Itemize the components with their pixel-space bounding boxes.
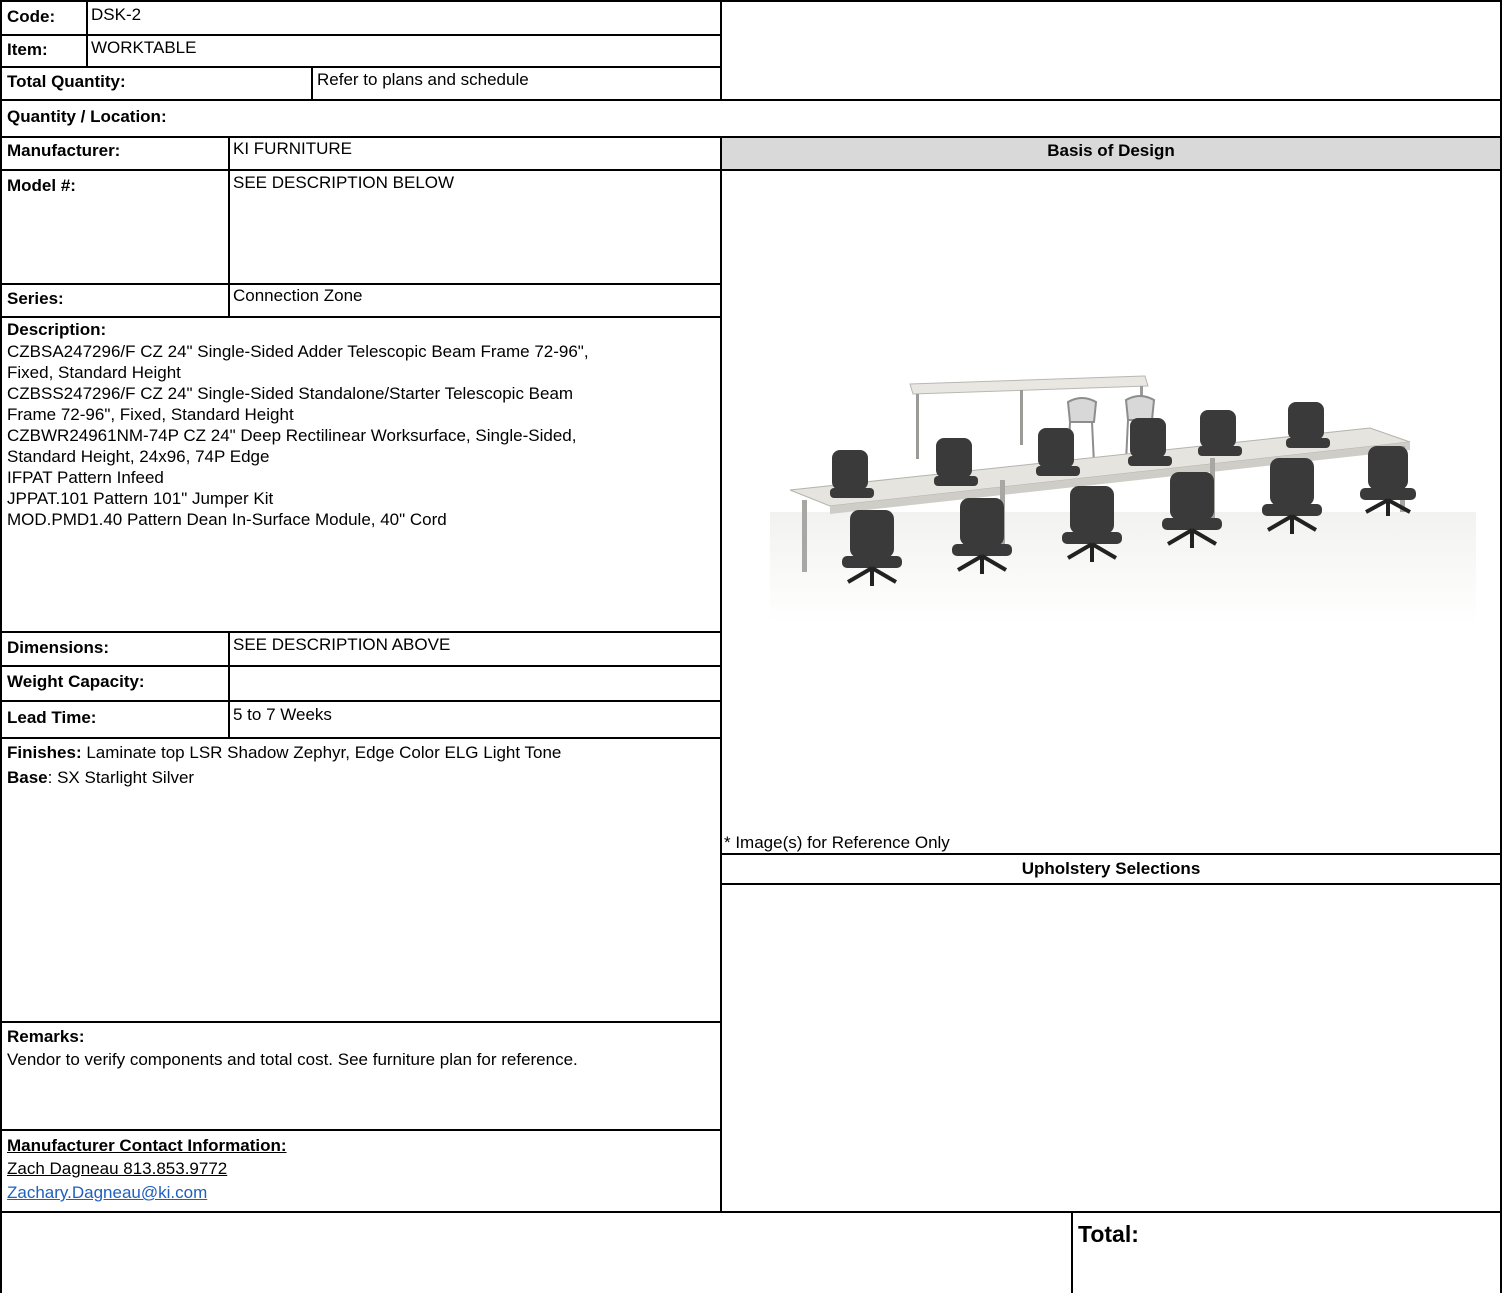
line <box>722 883 1502 885</box>
description-text: CZBSA247296/F CZ 24" Single-Sided Adder … <box>7 341 719 530</box>
model-value: SEE DESCRIPTION BELOW <box>233 173 455 192</box>
line <box>0 283 722 285</box>
finishes-value: Laminate top LSR Shadow Zephyr, Edge Col… <box>81 743 562 762</box>
lead-time-label: Lead Time: <box>7 708 97 727</box>
product-image <box>770 375 1476 624</box>
line <box>720 136 722 1212</box>
description-line: MOD.PMD1.40 Pattern Dean In-Surface Modu… <box>7 510 447 529</box>
weight-capacity-label: Weight Capacity: <box>7 672 145 691</box>
line <box>0 700 722 702</box>
dimensions-value: SEE DESCRIPTION ABOVE <box>233 635 451 654</box>
line <box>0 665 722 667</box>
line <box>0 136 1502 138</box>
line <box>0 1211 1502 1213</box>
line <box>228 631 230 738</box>
upholstery-selections-header: Upholstery Selections <box>1021 859 1201 878</box>
lead-time-value: 5 to 7 Weeks <box>233 705 332 724</box>
contact-email-link[interactable]: Zachary.Dagneau@ki.com <box>7 1183 207 1203</box>
remarks-value: Vendor to verify components and total co… <box>7 1050 578 1069</box>
line <box>228 136 230 317</box>
base-value: : SX Starlight Silver <box>47 768 195 787</box>
description-line: Fixed, Standard Height <box>7 363 181 382</box>
line <box>311 66 313 100</box>
contact-label: Manufacturer Contact Information: <box>7 1136 287 1155</box>
code-value: DSK-2 <box>91 5 142 24</box>
total-label: Total: <box>1078 1221 1139 1247</box>
line <box>0 316 722 318</box>
description-label: Description: <box>7 320 107 339</box>
model-label: Model #: <box>7 176 76 195</box>
manufacturer-value: KI FURNITURE <box>233 139 352 158</box>
item-label: Item: <box>7 40 48 59</box>
line <box>0 631 722 633</box>
remarks-label: Remarks: <box>7 1027 85 1046</box>
line <box>720 0 722 100</box>
base-line: Base: SX Starlight Silver <box>7 768 194 788</box>
line <box>0 1129 722 1131</box>
description-line: CZBSA247296/F CZ 24" Single-Sided Adder … <box>7 342 589 361</box>
line <box>0 737 722 739</box>
manufacturer-label: Manufacturer: <box>7 141 121 160</box>
image-reference-note: * Image(s) for Reference Only <box>724 833 950 852</box>
line <box>0 66 722 68</box>
finishes-label: Finishes: <box>7 743 82 762</box>
border-top <box>0 0 1502 2</box>
series-label: Series: <box>7 289 64 308</box>
description-line: CZBWR24961NM-74P CZ 24" Deep Rectilinear… <box>7 426 577 445</box>
code-label: Code: <box>7 7 56 26</box>
basis-of-design-header: Basis of Design <box>1047 141 1175 160</box>
line <box>1071 1211 1073 1293</box>
finishes-line: Finishes: Laminate top LSR Shadow Zephyr… <box>7 743 561 763</box>
dimensions-label: Dimensions: <box>7 638 110 657</box>
line <box>0 1021 722 1023</box>
line <box>0 34 722 36</box>
contact-name[interactable]: Zach Dagneau 813.853.9772 <box>7 1159 227 1179</box>
line <box>86 0 88 67</box>
series-value: Connection Zone <box>233 286 363 305</box>
line <box>0 169 1502 171</box>
description-line: CZBSS247296/F CZ 24" Single-Sided Standa… <box>7 384 574 403</box>
description-line: JPPAT.101 Pattern 101" Jumper Kit <box>7 489 274 508</box>
description-line: Standard Height, 24x96, 74P Edge <box>7 447 270 466</box>
total-quantity-label: Total Quantity: <box>7 72 126 91</box>
description-line: Frame 72-96", Fixed, Standard Height <box>7 405 294 424</box>
line <box>0 99 1502 101</box>
line <box>722 853 1502 855</box>
item-value: WORKTABLE <box>91 38 197 57</box>
description-line: IFPAT Pattern Infeed <box>7 468 164 487</box>
total-quantity-value: Refer to plans and schedule <box>317 70 529 89</box>
border-left <box>0 0 2 1293</box>
quantity-location-label: Quantity / Location: <box>7 107 167 126</box>
base-label: Base <box>7 768 48 787</box>
